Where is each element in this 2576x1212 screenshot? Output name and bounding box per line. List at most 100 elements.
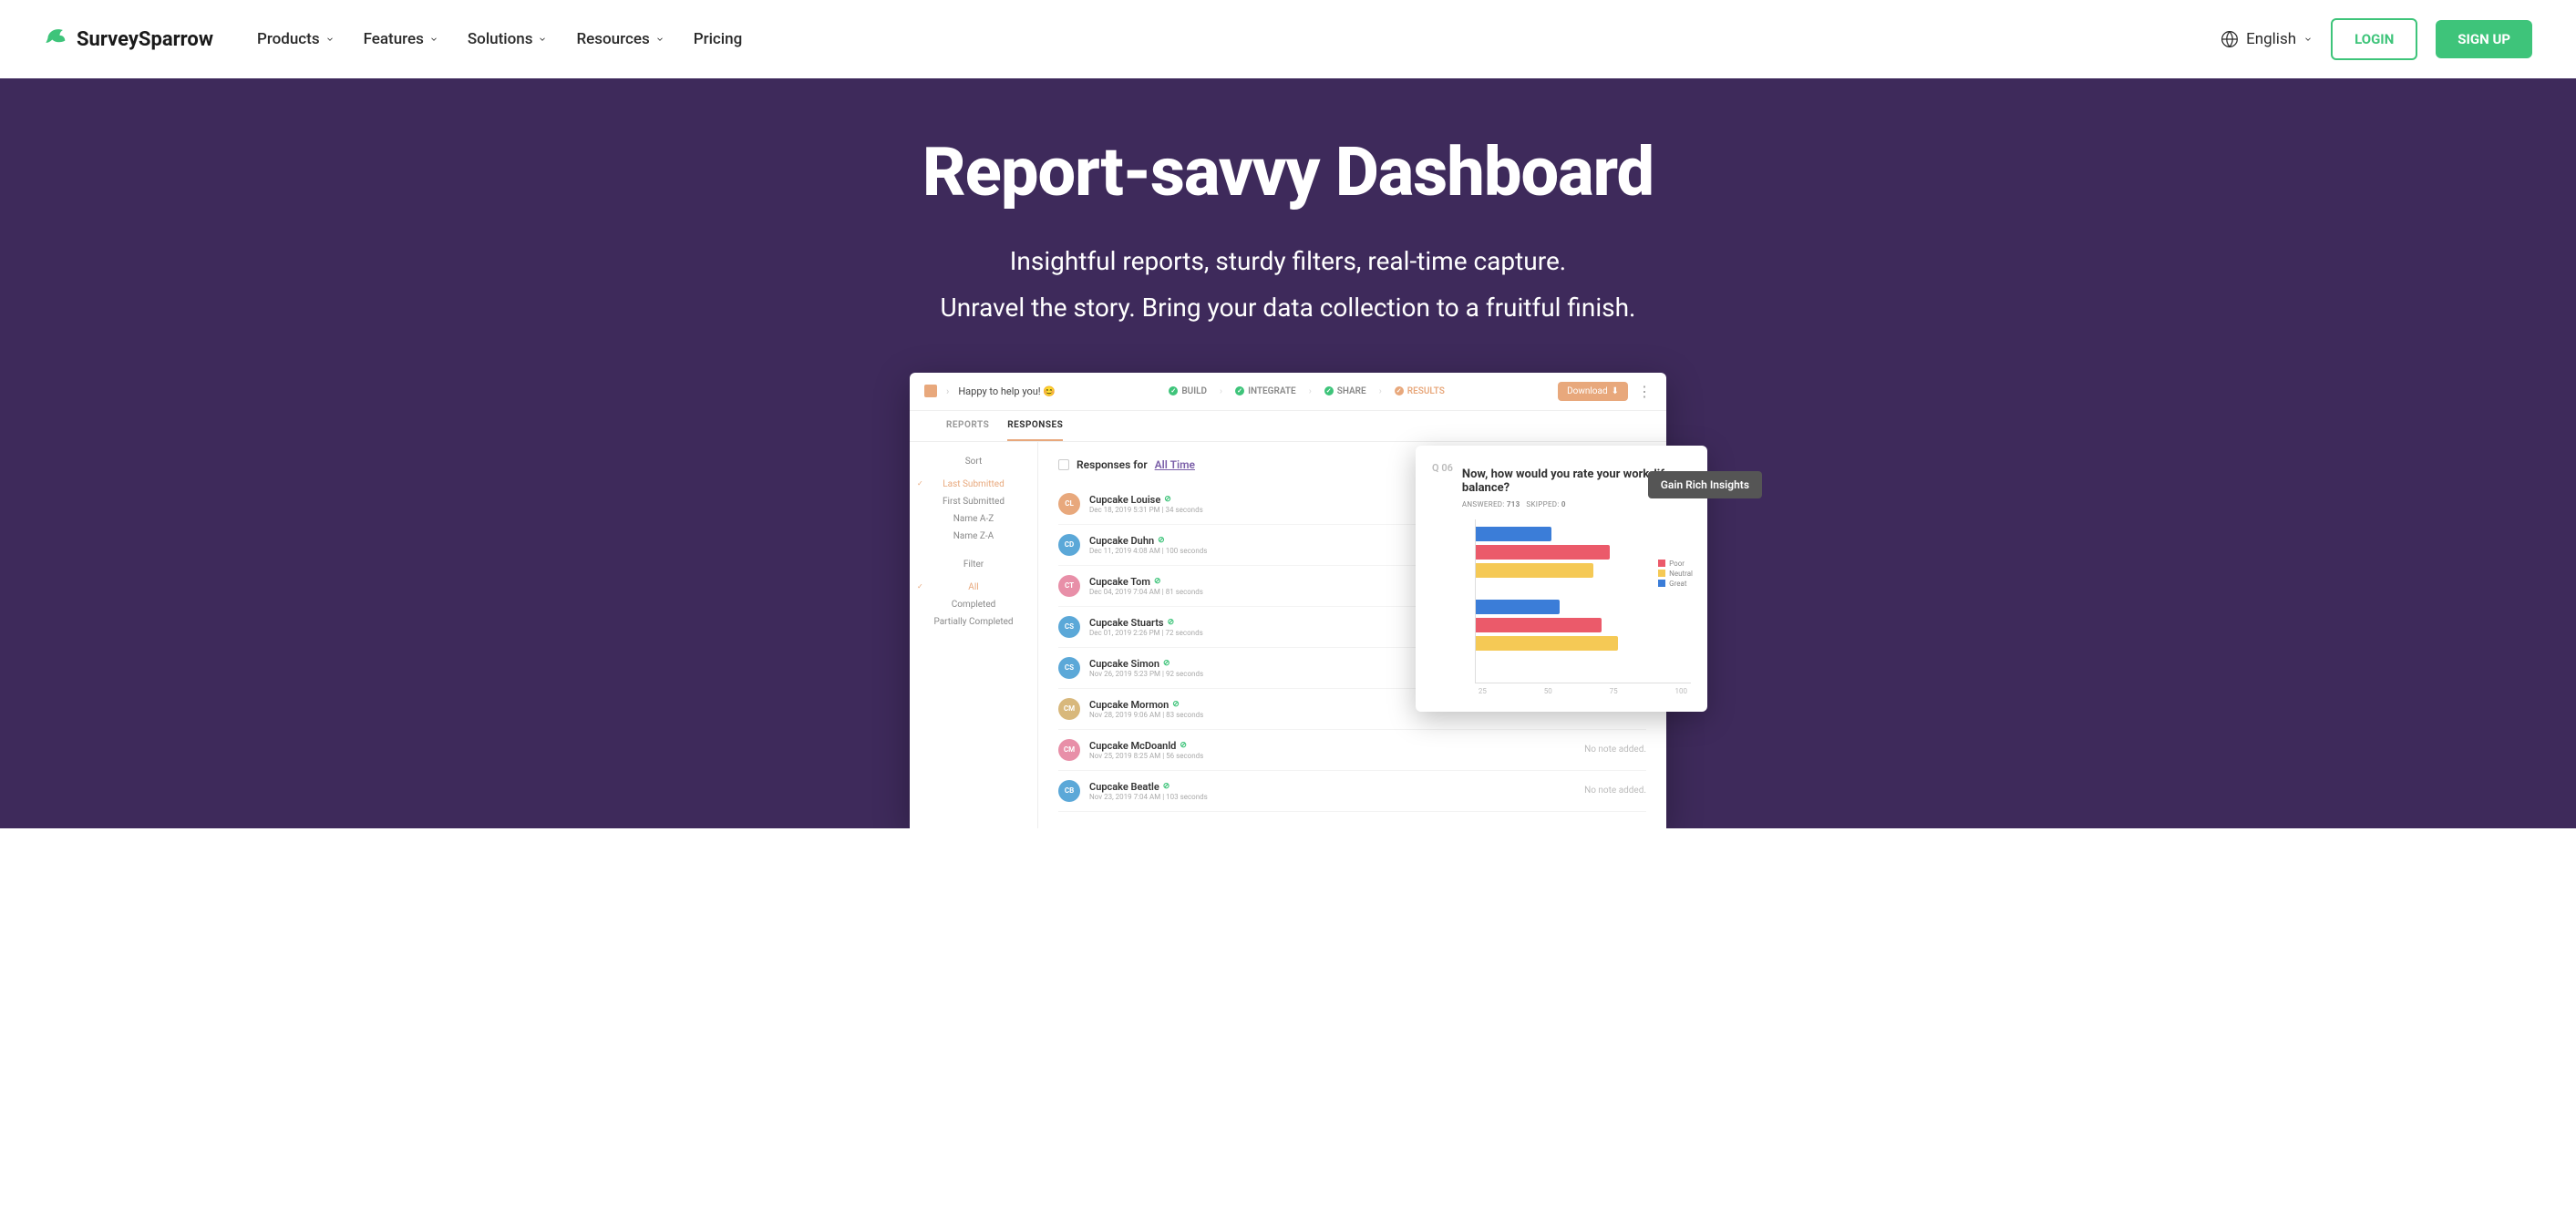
respondent-meta: Dec 01, 2019 2:26 PM | 72 seconds [1089, 629, 1203, 637]
top-nav: Products Features Solutions Resources Pr… [257, 30, 742, 48]
respondent-name: Cupcake Beatle ⊘ [1089, 781, 1208, 793]
chevron-down-icon [655, 35, 665, 44]
header-right: English LOGIN SIGN UP [2221, 18, 2532, 60]
note-text: No note added. [1584, 786, 1646, 796]
question-stats: ANSWERED: 713 SKIPPED: 0 [1462, 500, 1691, 508]
insight-card: Gain Rich Insights Q 06 Now, how would y… [1416, 446, 1707, 712]
respondent-name: Cupcake Stuarts ⊘ [1089, 617, 1203, 629]
check-icon: ⊘ [1164, 495, 1171, 504]
nav-resources[interactable]: Resources [576, 30, 664, 48]
hero-subtitle-2: Unravel the story. Bring your data colle… [0, 288, 2576, 329]
chart-bar [1476, 600, 1560, 614]
workflow-steps: ✓BUILD › ✓INTEGRATE › ✓SHARE › ✓RESULTS [1169, 386, 1444, 396]
more-menu-icon[interactable]: ⋮ [1637, 383, 1652, 400]
respondent-meta: Nov 23, 2019 7:04 AM | 103 seconds [1089, 793, 1208, 801]
check-icon: ⊘ [1154, 577, 1161, 586]
hero-title: Report-savvy Dashboard [0, 133, 2576, 212]
timerange-link[interactable]: All Time [1155, 458, 1195, 471]
sort-heading: Sort [928, 457, 1019, 467]
check-icon: ⊘ [1158, 536, 1165, 545]
legend-swatch [1658, 570, 1665, 577]
site-header: SurveySparrow Products Features Solution… [0, 0, 2576, 78]
nav-features[interactable]: Features [364, 30, 438, 48]
respondent-meta: Nov 28, 2019 9:06 AM | 83 seconds [1089, 711, 1203, 719]
respondent-name: Cupcake McDoanld ⊘ [1089, 740, 1203, 752]
respondent-name: Cupcake Louise ⊘ [1089, 494, 1203, 506]
chart-bar [1476, 527, 1551, 541]
header-left: SurveySparrow Products Features Solution… [44, 24, 742, 55]
filter-completed[interactable]: Completed [928, 596, 1019, 613]
chevron-down-icon [538, 35, 547, 44]
nav-pricing[interactable]: Pricing [694, 30, 743, 48]
respondent-meta: Dec 04, 2019 7:04 AM | 81 seconds [1089, 588, 1203, 596]
language-selector[interactable]: English [2221, 30, 2313, 48]
respondent-meta: Dec 11, 2019 4:08 AM | 100 seconds [1089, 547, 1207, 555]
hero-subtitle-1: Insightful reports, sturdy filters, real… [0, 241, 2576, 282]
respondent-name: Cupcake Simon ⊘ [1089, 658, 1203, 670]
tab-responses[interactable]: RESPONSES [1007, 411, 1063, 441]
download-icon: ⬇ [1612, 386, 1619, 396]
check-icon: ⊘ [1163, 659, 1170, 668]
respondent-name: Cupcake Tom ⊘ [1089, 576, 1203, 588]
respondent-meta: Nov 26, 2019 5:23 PM | 92 seconds [1089, 670, 1203, 678]
sort-first-submitted[interactable]: First Submitted [928, 493, 1019, 510]
check-icon: ⊘ [1168, 618, 1175, 627]
chevron-down-icon [429, 35, 438, 44]
filter-all[interactable]: All [928, 579, 1019, 596]
sort-name-az[interactable]: Name A-Z [928, 510, 1019, 528]
chevron-down-icon [2303, 35, 2313, 44]
sparrow-icon [44, 24, 69, 55]
respondent-meta: Dec 18, 2019 5:31 PM | 34 seconds [1089, 506, 1203, 514]
hero-section: Report-savvy Dashboard Insightful report… [0, 78, 2576, 828]
bar-chart: Poor Neutral Great [1462, 519, 1691, 683]
avatar: CD [1058, 534, 1080, 556]
avatar: CB [1058, 780, 1080, 802]
respondent-name: Cupcake Duhn ⊘ [1089, 535, 1207, 547]
sort-last-submitted[interactable]: Last Submitted [928, 476, 1019, 493]
chart-bar [1476, 636, 1619, 651]
dashboard-tabs: REPORTS RESPONSES [910, 411, 1666, 442]
step-share[interactable]: ✓SHARE [1324, 386, 1366, 396]
dashboard-preview: › Happy to help you! 😊 ✓BUILD › ✓INTEGRA… [910, 373, 1666, 828]
check-icon: ⊘ [1163, 782, 1170, 791]
response-row[interactable]: CB Cupcake Beatle ⊘Nov 23, 2019 7:04 AM |… [1058, 771, 1646, 812]
avatar: CT [1058, 575, 1080, 597]
download-button[interactable]: Download ⬇ [1558, 382, 1628, 401]
chart-bar [1476, 618, 1602, 632]
login-button[interactable]: LOGIN [2331, 18, 2417, 60]
dashboard-actions: Download ⬇ ⋮ [1558, 382, 1652, 401]
avatar: CM [1058, 739, 1080, 761]
response-row[interactable]: CMCupcake McDoanld ⊘Nov 25, 2019 8:25 AM… [1058, 730, 1646, 771]
filter-heading: Filter [928, 560, 1019, 570]
check-icon: ⊘ [1180, 741, 1187, 750]
chevron-down-icon [325, 35, 335, 44]
select-all-checkbox[interactable] [1058, 459, 1069, 470]
nav-products[interactable]: Products [257, 30, 335, 48]
avatar: CS [1058, 657, 1080, 679]
check-icon: ⊘ [1172, 700, 1180, 709]
legend-swatch [1658, 580, 1665, 587]
step-results[interactable]: ✓RESULTS [1395, 386, 1445, 396]
brand-name: SurveySparrow [77, 28, 213, 51]
respondent-name: Cupcake Mormon ⊘ [1089, 699, 1203, 711]
sort-name-za[interactable]: Name Z-A [928, 528, 1019, 545]
nav-solutions[interactable]: Solutions [468, 30, 548, 48]
avatar: CM [1058, 698, 1080, 720]
home-icon[interactable] [924, 385, 937, 397]
dashboard-topbar: › Happy to help you! 😊 ✓BUILD › ✓INTEGRA… [910, 373, 1666, 411]
chart-bar [1476, 545, 1610, 560]
x-axis: 255075100 [1475, 687, 1691, 695]
filter-partial[interactable]: Partially Completed [928, 613, 1019, 631]
breadcrumb: › Happy to help you! 😊 [924, 385, 1056, 397]
step-integrate[interactable]: ✓INTEGRATE [1235, 386, 1296, 396]
dashboard-sidebar: Sort Last Submitted First Submitted Name… [910, 442, 1037, 828]
avatar: CL [1058, 493, 1080, 515]
tab-reports[interactable]: REPORTS [946, 411, 989, 441]
signup-button[interactable]: SIGN UP [2436, 20, 2532, 58]
legend-swatch [1658, 560, 1665, 567]
note-text: No note added. [1584, 745, 1646, 755]
step-build[interactable]: ✓BUILD [1169, 386, 1207, 396]
avatar: CS [1058, 616, 1080, 638]
brand-logo[interactable]: SurveySparrow [44, 24, 213, 55]
chart-legend: Poor Neutral Great [1658, 558, 1693, 590]
